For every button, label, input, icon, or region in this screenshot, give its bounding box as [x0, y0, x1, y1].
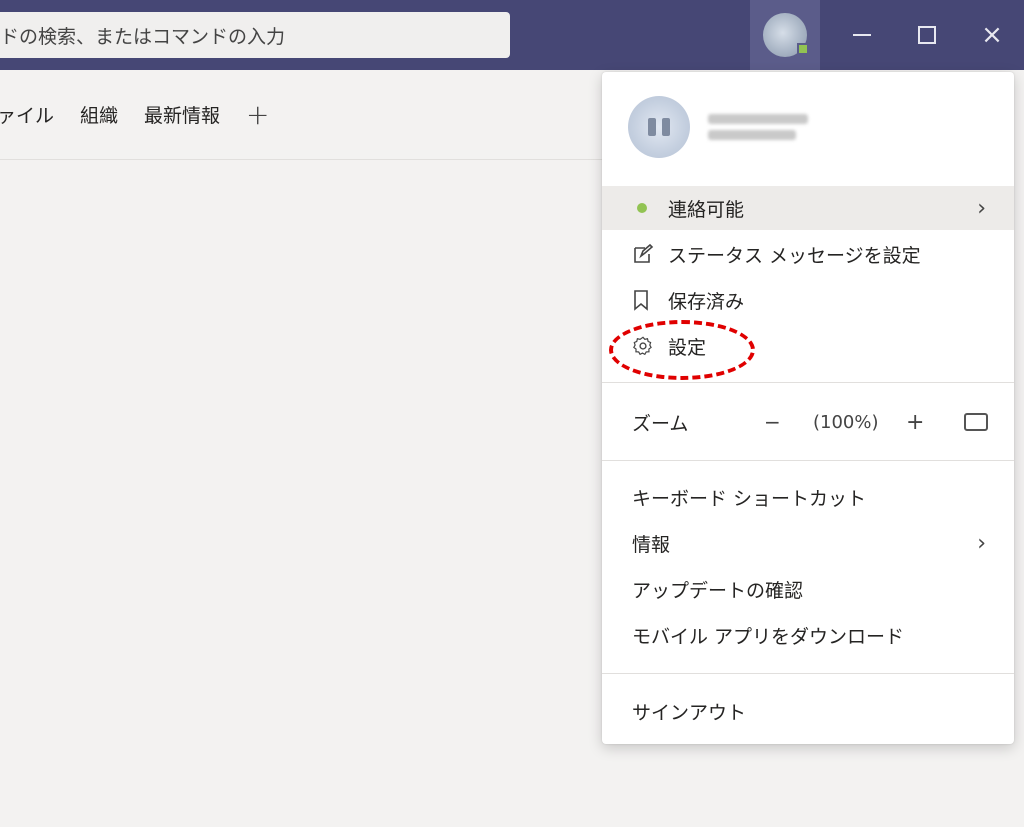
zoom-label: ズーム: [632, 412, 689, 435]
minimize-icon: [853, 34, 871, 36]
tab-files[interactable]: ァイル: [0, 101, 54, 128]
profile-avatar: [628, 96, 690, 158]
mobile-app-label: モバイル アプリをダウンロード: [632, 625, 905, 648]
status-label: 連絡可能: [668, 198, 745, 221]
about-item[interactable]: 情報 ›: [602, 521, 1014, 565]
zoom-in-button[interactable]: +: [906, 410, 924, 435]
gear-icon: [632, 335, 658, 357]
keyboard-shortcuts-label: キーボード ショートカット: [632, 487, 867, 510]
about-label: 情報: [632, 533, 671, 556]
search-placeholder: ドの検索、またはコマンドの入力: [0, 25, 286, 48]
maximize-icon: [918, 26, 936, 44]
menu-divider: [602, 460, 1014, 461]
status-message-label: ステータス メッセージを設定: [668, 244, 921, 267]
settings-label: 設定: [668, 336, 707, 359]
presence-indicator: [797, 43, 809, 55]
menu-divider: [602, 382, 1014, 383]
tab-org[interactable]: 組織: [80, 101, 118, 128]
check-updates-item[interactable]: アップデートの確認: [602, 567, 1014, 611]
fullscreen-icon[interactable]: [964, 413, 988, 431]
saved-item[interactable]: 保存済み: [602, 278, 1014, 322]
close-button[interactable]: ×: [960, 0, 1024, 70]
bookmark-icon: [632, 289, 658, 311]
saved-label: 保存済み: [668, 290, 745, 313]
zoom-row: ズーム − (100%) +: [602, 399, 1014, 445]
chevron-right-icon: ›: [977, 195, 986, 221]
status-message-item[interactable]: ステータス メッセージを設定: [602, 232, 1014, 276]
check-updates-label: アップデートの確認: [632, 579, 804, 602]
avatar: [763, 13, 809, 57]
status-item[interactable]: 連絡可能 ›: [602, 186, 1014, 230]
search-input[interactable]: ドの検索、またはコマンドの入力: [0, 12, 510, 58]
available-status-icon: [637, 203, 647, 213]
settings-item[interactable]: 設定: [602, 324, 1014, 368]
sign-out-label: サインアウト: [632, 701, 747, 724]
maximize-button[interactable]: [895, 0, 959, 70]
zoom-out-button[interactable]: −: [764, 410, 781, 434]
profile-menu: 連絡可能 › ステータス メッセージを設定 保存済み 設定 ズーム − (100…: [602, 72, 1014, 744]
mobile-app-item[interactable]: モバイル アプリをダウンロード: [602, 613, 1014, 657]
minimize-button[interactable]: [830, 0, 894, 70]
zoom-value: (100%): [813, 411, 879, 433]
sign-out-item[interactable]: サインアウト: [602, 689, 1014, 733]
title-bar: ドの検索、またはコマンドの入力 ×: [0, 0, 1024, 70]
tab-activity[interactable]: 最新情報: [144, 101, 220, 128]
keyboard-shortcuts-item[interactable]: キーボード ショートカット: [602, 475, 1014, 519]
profile-header: [628, 96, 808, 158]
profile-name-blurred: [708, 108, 808, 146]
add-tab-button[interactable]: +: [246, 98, 269, 131]
menu-divider: [602, 673, 1014, 674]
edit-icon: [632, 243, 658, 265]
close-icon: ×: [981, 20, 1003, 50]
profile-button[interactable]: [750, 0, 820, 70]
tab-bar: ァイル 組織 最新情報 +: [0, 70, 620, 160]
chevron-right-icon: ›: [977, 530, 986, 556]
